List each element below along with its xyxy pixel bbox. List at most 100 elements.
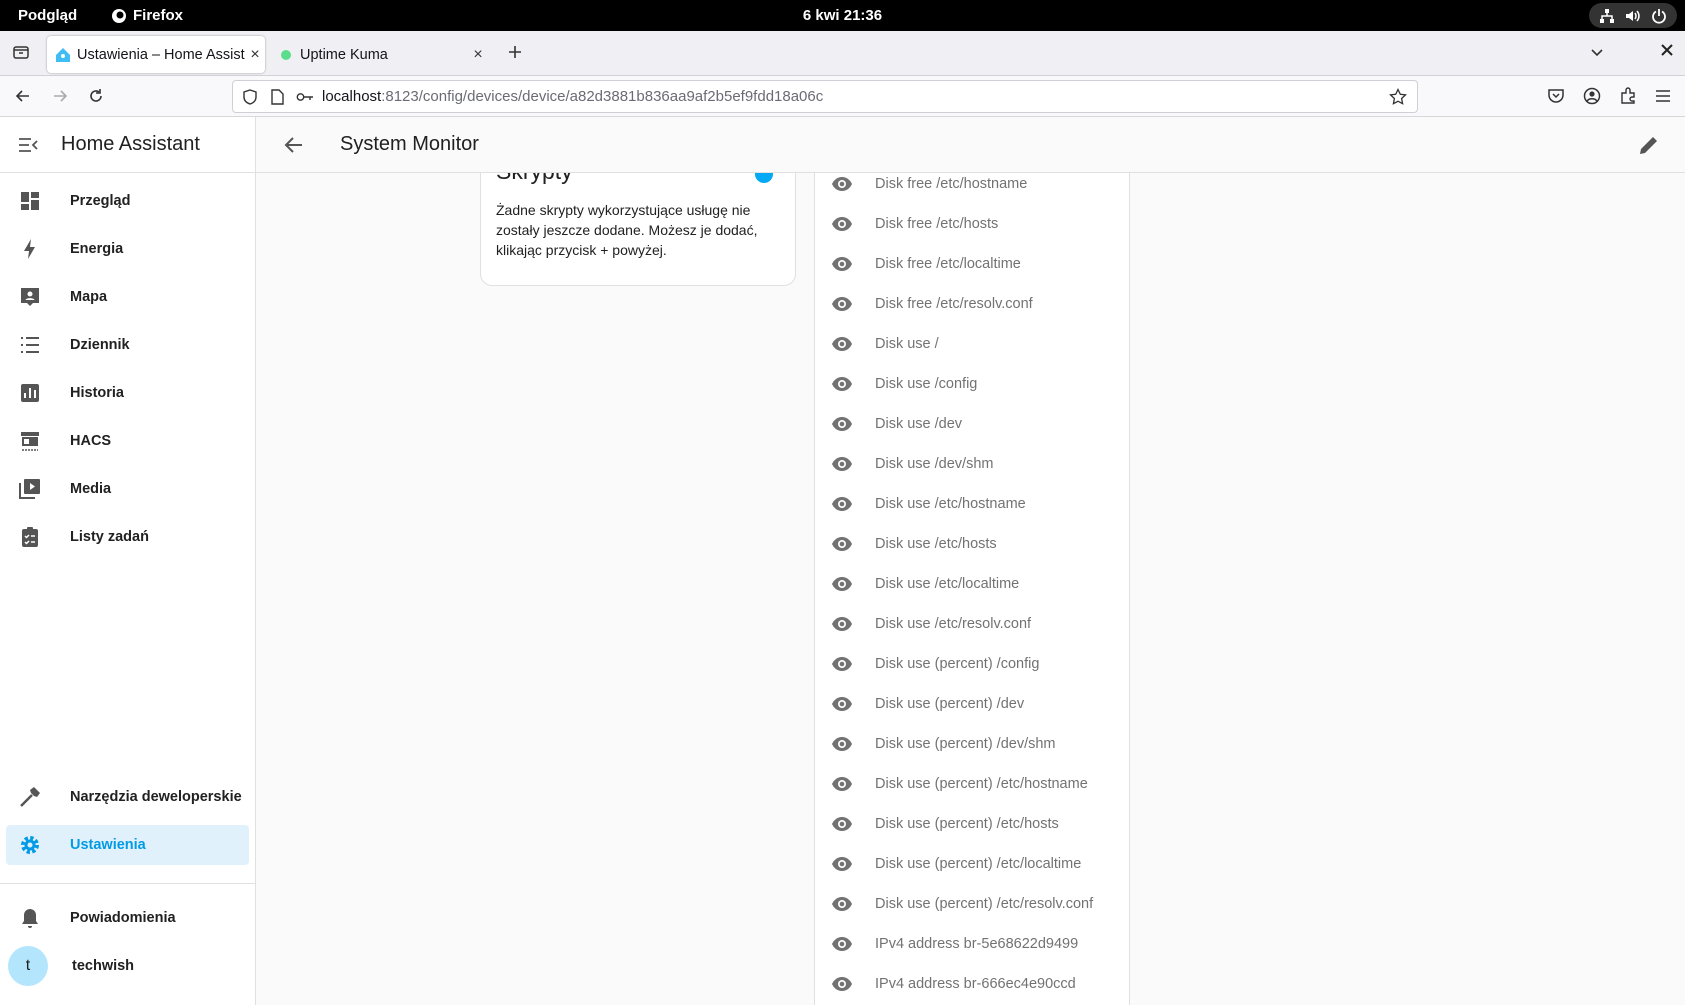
eye-icon[interactable] [831,896,853,912]
entity-name: Disk use (percent) /dev/shm [875,736,1056,752]
eye-icon[interactable] [831,776,853,792]
sidebar-item-developer-tools[interactable]: Narzędzia deweloperskie [6,777,249,817]
sidebar-header: Home Assistant [0,117,255,173]
reload-icon[interactable] [87,87,105,105]
close-tab-icon[interactable]: × [468,46,488,64]
hamburger-menu-icon[interactable] [1654,87,1672,105]
media-icon [18,477,42,501]
eye-icon[interactable] [831,216,853,232]
sidebar-item-media[interactable]: Media [6,469,249,509]
eye-icon[interactable] [831,656,853,672]
system-tray[interactable] [1589,3,1677,28]
eye-icon[interactable] [831,376,853,392]
sidebar-item-user[interactable]: t techwish [6,946,249,986]
tab-title: Uptime Kuma [300,46,388,63]
bookmark-star-icon[interactable] [1389,87,1407,106]
entity-row[interactable]: Disk use (percent) /etc/hostname [815,764,1131,804]
eye-icon[interactable] [831,496,853,512]
eye-icon[interactable] [831,256,853,272]
sidebar-item-historia[interactable]: Historia [6,373,249,413]
entity-row[interactable]: Disk use /dev/shm [815,444,1131,484]
entity-row[interactable]: Disk use (percent) /dev [815,684,1131,724]
entity-row[interactable]: Disk use (percent) /etc/hosts [815,804,1131,844]
brand-title: Home Assistant [61,133,200,155]
page-icon[interactable] [270,88,284,105]
entity-row[interactable]: IPv4 address br-666ec4e90ccd [815,964,1131,1004]
eye-icon[interactable] [831,336,853,352]
entity-name: Disk use /etc/localtime [875,576,1020,592]
back-icon[interactable] [14,87,32,105]
sidebar-item-label: Powiadomienia [70,910,176,926]
entity-row[interactable]: Disk use (percent) /dev/shm [815,724,1131,764]
key-icon[interactable] [296,91,314,103]
forward-icon[interactable] [51,87,69,105]
entity-name: Disk use (percent) /etc/resolv.conf [875,896,1094,912]
entity-row[interactable]: Disk use (percent) /etc/resolv.conf [815,884,1131,924]
sidebar-item-notifications[interactable]: Powiadomienia [6,898,249,938]
sidebar-item-dziennik[interactable]: Dziennik [6,325,249,365]
entity-row[interactable]: Disk use (percent) /config [815,644,1131,684]
url-bar[interactable]: localhost:8123/config/devices/device/a82… [232,80,1418,113]
eye-icon[interactable] [831,176,853,192]
tab-settings[interactable]: Ustawienia – Home Assist × [47,36,265,73]
entity-row[interactable]: Disk use /etc/hosts [815,524,1131,564]
main-content: Skrypty Żadne skrypty wykorzystujące usł… [256,173,1685,1005]
entity-name: Disk free /etc/hosts [875,216,999,232]
sidebar-item-settings[interactable]: Ustawienia [6,825,249,865]
list-tabs-icon[interactable] [1588,43,1606,61]
info-icon[interactable] [755,173,773,183]
entity-row[interactable]: Disk use (percent) /etc/localtime [815,844,1131,884]
sidebar-item-label: Dziennik [70,337,130,353]
entity-row[interactable]: Disk use / [815,324,1131,364]
collapse-menu-icon[interactable] [18,135,38,155]
entity-row[interactable]: Disk use /etc/localtime [815,564,1131,604]
close-tab-icon[interactable]: × [245,46,265,64]
back-arrow-icon[interactable] [282,133,306,157]
sidebar-item-listy-zadan[interactable]: Listy zadań [6,517,249,557]
entity-row[interactable]: Disk free /etc/resolv.conf [815,284,1131,324]
eye-icon[interactable] [831,936,853,952]
eye-icon[interactable] [831,296,853,312]
entity-row[interactable]: Disk free /etc/localtime [815,244,1131,284]
eye-icon[interactable] [831,976,853,992]
shield-icon[interactable] [242,88,258,105]
eye-icon[interactable] [831,576,853,592]
clock[interactable]: 6 kwi 21:36 [0,7,1685,24]
entity-row[interactable]: Disk use /dev [815,404,1131,444]
sidebar-item-przeglad[interactable]: Przegląd [6,181,249,221]
todo-icon [18,525,42,549]
eye-icon[interactable] [831,536,853,552]
firefox-view-icon[interactable] [12,43,30,61]
pocket-icon[interactable] [1547,87,1565,105]
sidebar-item-hacs[interactable]: HACS [6,421,249,461]
entity-name: Disk use /config [875,376,978,392]
entity-row[interactable]: Disk use /etc/hostname [815,484,1131,524]
url-text: localhost:8123/config/devices/device/a82… [322,88,824,105]
entity-row[interactable]: IPv4 address br-5e68622d9499 [815,924,1131,964]
extensions-icon[interactable] [1619,87,1637,105]
eye-icon[interactable] [831,696,853,712]
close-window-icon[interactable] [1660,43,1674,57]
logbook-icon [18,333,42,357]
eye-icon[interactable] [831,416,853,432]
pencil-icon[interactable] [1637,133,1661,157]
sidebar-item-label: Media [70,481,112,497]
sidebar-item-mapa[interactable]: Mapa [6,277,249,317]
sidebar-item-energia[interactable]: Energia [6,229,249,269]
eye-icon[interactable] [831,736,853,752]
entity-row[interactable]: Disk free /etc/hosts [815,204,1131,244]
new-tab-icon[interactable] [506,43,524,61]
entity-row[interactable]: Disk free /etc/hostname [815,173,1131,204]
activities-button[interactable]: Podgląd [18,7,77,24]
tab-uptime-kuma[interactable]: Uptime Kuma × [270,36,488,73]
eye-icon[interactable] [831,856,853,872]
entity-row[interactable]: Disk use /config [815,364,1131,404]
entity-row[interactable]: Disk use /etc/resolv.conf [815,604,1131,644]
eye-icon[interactable] [831,616,853,632]
dashboard-icon [18,189,42,213]
account-icon[interactable] [1583,87,1601,105]
eye-icon[interactable] [831,456,853,472]
sidebar-item-label: Narzędzia deweloperskie [70,789,242,805]
app-menu[interactable]: Firefox [111,7,183,24]
eye-icon[interactable] [831,816,853,832]
